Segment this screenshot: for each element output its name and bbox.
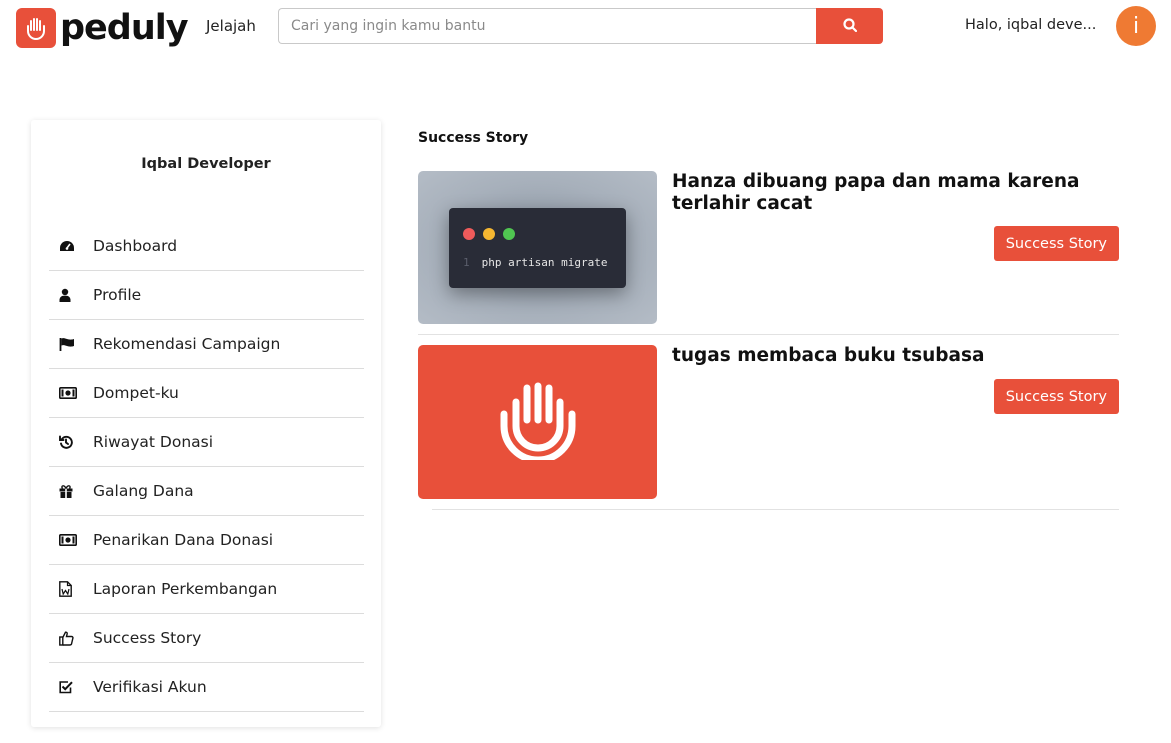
search-input[interactable] bbox=[278, 8, 816, 44]
brand-name: peduly bbox=[60, 7, 189, 48]
sidebar-user-name: Iqbal Developer bbox=[141, 156, 271, 172]
success-story-button[interactable]: Success Story bbox=[993, 379, 1119, 414]
flag-icon bbox=[59, 337, 87, 351]
story-title[interactable]: tugas membaca buku tsubasa bbox=[672, 345, 1122, 367]
sidebar-item-success-story[interactable]: Success Story bbox=[49, 614, 364, 663]
code-text: php artisan migrate bbox=[481, 256, 608, 269]
dashboard-icon bbox=[59, 239, 87, 253]
sidebar-item-label: Rekomendasi Campaign bbox=[93, 335, 281, 353]
minimize-dot-icon bbox=[483, 228, 495, 240]
story-thumbnail[interactable]: 1 php artisan migrate bbox=[418, 171, 657, 324]
page-title: Success Story bbox=[418, 130, 529, 146]
story-card: tugas membaca buku tsubasa Success Story bbox=[418, 345, 1119, 510]
sidebar-item-dompet-ku[interactable]: Dompet-ku bbox=[49, 369, 364, 418]
sidebar-item-label: Galang Dana bbox=[93, 482, 194, 500]
close-dot-icon bbox=[463, 228, 475, 240]
divider bbox=[432, 509, 1119, 510]
sidebar-item-dashboard[interactable]: Dashboard bbox=[49, 222, 364, 271]
code-line: 1 php artisan migrate bbox=[463, 256, 607, 269]
sidebar-item-galang-dana[interactable]: Galang Dana bbox=[49, 467, 364, 516]
search-icon bbox=[842, 17, 857, 35]
hand-logo-icon bbox=[496, 380, 580, 464]
sidebar-item-rekomendasi-campaign[interactable]: Rekomendasi Campaign bbox=[49, 320, 364, 369]
sidebar: Iqbal Developer Dashboard Profile Rekome… bbox=[31, 120, 381, 727]
thumbs-up-icon bbox=[59, 630, 87, 646]
sidebar-item-label: Dompet-ku bbox=[93, 384, 179, 402]
hand-logo-icon bbox=[16, 7, 56, 48]
search-bar bbox=[278, 8, 883, 44]
money-icon bbox=[59, 534, 87, 546]
sidebar-menu: Dashboard Profile Rekomendasi Campaign D… bbox=[49, 222, 364, 712]
user-icon bbox=[59, 288, 87, 302]
terminal-image: 1 php artisan migrate bbox=[449, 208, 626, 288]
history-icon bbox=[59, 435, 87, 449]
check-square-icon bbox=[59, 680, 87, 694]
sidebar-item-label: Dashboard bbox=[93, 237, 178, 255]
story-title[interactable]: Hanza dibuang papa dan mama karena terla… bbox=[672, 171, 1122, 215]
sidebar-item-label: Success Story bbox=[93, 629, 202, 647]
user-greeting[interactable]: Halo, iqbal deve... bbox=[965, 17, 1096, 33]
search-button[interactable] bbox=[816, 8, 883, 44]
maximize-dot-icon bbox=[503, 228, 515, 240]
sidebar-item-label: Laporan Perkembangan bbox=[93, 580, 278, 598]
sidebar-item-label: Penarikan Dana Donasi bbox=[93, 531, 274, 549]
top-navbar: peduly Jelajah Halo, iqbal deve... i bbox=[0, 0, 1171, 54]
avatar[interactable]: i bbox=[1116, 6, 1156, 46]
gift-icon bbox=[59, 484, 87, 498]
sidebar-item-label: Profile bbox=[93, 286, 142, 304]
sidebar-item-verifikasi-akun[interactable]: Verifikasi Akun bbox=[49, 663, 364, 712]
document-icon bbox=[59, 581, 87, 597]
sidebar-item-laporan-perkembangan[interactable]: Laporan Perkembangan bbox=[49, 565, 364, 614]
sidebar-item-profile[interactable]: Profile bbox=[49, 271, 364, 320]
brand-logo-link[interactable]: peduly bbox=[16, 7, 189, 48]
code-line-number: 1 bbox=[463, 256, 470, 269]
sidebar-item-label: Verifikasi Akun bbox=[93, 678, 207, 696]
story-card: 1 php artisan migrate Hanza dibuang papa … bbox=[418, 171, 1119, 335]
nav-explore-link[interactable]: Jelajah bbox=[206, 17, 256, 35]
success-story-button[interactable]: Success Story bbox=[993, 226, 1119, 261]
money-icon bbox=[59, 387, 87, 399]
story-thumbnail[interactable] bbox=[418, 345, 657, 499]
sidebar-item-penarikan-dana-donasi[interactable]: Penarikan Dana Donasi bbox=[49, 516, 364, 565]
sidebar-item-riwayat-donasi[interactable]: Riwayat Donasi bbox=[49, 418, 364, 467]
sidebar-item-label: Riwayat Donasi bbox=[93, 433, 214, 451]
